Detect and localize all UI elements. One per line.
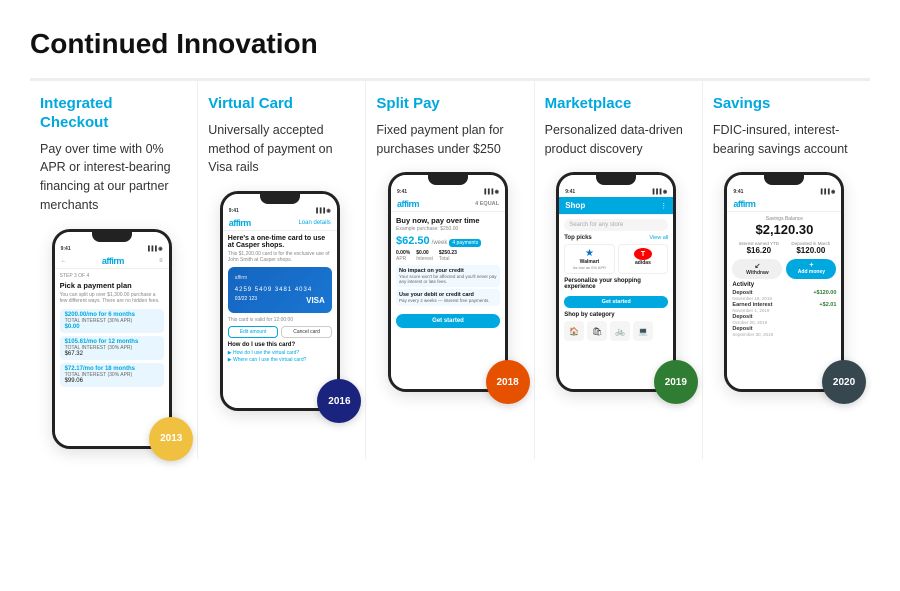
plan-item-2: $105.61/mo for 12 months TOTAL INTEREST … xyxy=(60,336,164,360)
col-title-split-pay: Split Pay xyxy=(376,95,519,114)
phone-notch-3 xyxy=(428,175,468,185)
activity-row-3: Deposit October 20, 2019 xyxy=(732,314,836,325)
activity-row-4: Deposit September 30, 2019 xyxy=(732,326,836,337)
col-title-marketplace: Marketplace xyxy=(545,95,688,114)
col-desc-virtual-card: Universally accepted method of payment o… xyxy=(208,121,351,177)
phone-status-4: 9:41 ▐▐▐ ◉ xyxy=(559,187,673,197)
activity-row-2: Earned interest November 1, 2019 +$2.01 xyxy=(732,302,836,313)
col-title-savings: Savings xyxy=(713,95,856,114)
phone-wrap-3: 9:41 ▐▐▐ ◉ affirm 4 EQUAL Buy now, pay o… xyxy=(376,172,519,392)
phone-status-3: 9:41 ▐▐▐ ◉ xyxy=(391,187,505,197)
activity-row-1: Deposit November 18, 2019 +$120.00 xyxy=(732,290,836,301)
col-savings: Savings FDIC-insured, interest-bearing s… xyxy=(703,81,870,459)
col-integrated-checkout: Integrated Checkout Pay over time with 0… xyxy=(30,81,198,459)
marketplace-search[interactable]: Search for any store xyxy=(564,219,668,231)
phone-notch-4 xyxy=(596,175,636,185)
add-money-btn[interactable]: + Add money xyxy=(786,259,836,279)
phone-wrap-2: 9:41 ▐▐▐ ◉ affirm Loan details Here's a … xyxy=(208,191,351,411)
withdraw-btn[interactable]: ↙ Withdraw xyxy=(732,259,782,279)
year-badge-2: 2016 xyxy=(317,379,361,423)
col-virtual-card: Virtual Card Universally accepted method… xyxy=(198,81,366,459)
phone-3: 9:41 ▐▐▐ ◉ affirm 4 EQUAL Buy now, pay o… xyxy=(388,172,508,392)
phone-notch-2 xyxy=(260,194,300,204)
edit-amount-btn[interactable]: Edit amount xyxy=(228,326,279,338)
phone-content-3: Buy now, pay over time Example purchase:… xyxy=(391,212,505,389)
page-title: Continued Innovation xyxy=(30,28,870,60)
year-badge-1: 2013 xyxy=(149,417,193,461)
phone-4: 9:41 ▐▐▐ ◉ Shop ⋮ Search for any store T… xyxy=(556,172,676,392)
phone-status-2: 9:41 ▐▐▐ ◉ xyxy=(223,206,337,216)
phone-screen-3: 9:41 ▐▐▐ ◉ affirm 4 EQUAL Buy now, pay o… xyxy=(391,175,505,389)
plan-item-3: $72.17/mo for 18 months TOTAL INTEREST (… xyxy=(60,363,164,387)
phone-wrap-1: 9:41 ▐▐▐ ◉ ← affirm ≡ STEP 3 OF 4 Pick a… xyxy=(40,229,183,449)
phone-content-2: Here's a one-time card to use at Casper … xyxy=(223,231,337,408)
phone-content-5: Savings Balance $2,120.30 Interest earne… xyxy=(727,212,841,389)
phone-wrap-4: 9:41 ▐▐▐ ◉ Shop ⋮ Search for any store T… xyxy=(545,172,688,392)
col-marketplace: Marketplace Personalized data-driven pro… xyxy=(535,81,703,459)
get-started-btn-3[interactable]: Get started xyxy=(396,314,500,328)
affirm-logo-1: affirm xyxy=(102,256,124,266)
phone-status-1: 9:41 ▐▐▐ ◉ xyxy=(55,244,169,254)
get-started-btn-4[interactable]: Get started xyxy=(564,296,668,308)
col-title-virtual-card: Virtual Card xyxy=(208,95,351,114)
phone-header-2: affirm Loan details xyxy=(223,216,337,231)
phone-notch-5 xyxy=(764,175,804,185)
col-desc-marketplace: Personalized data-driven product discove… xyxy=(545,121,688,159)
cancel-card-btn[interactable]: Cancel card xyxy=(281,326,332,338)
savings-balance: $2,120.30 xyxy=(732,222,836,237)
year-badge-5: 2020 xyxy=(822,360,866,404)
year-badge-3: 2018 xyxy=(486,360,530,404)
phone-2: 9:41 ▐▐▐ ◉ affirm Loan details Here's a … xyxy=(220,191,340,411)
col-split-pay: Split Pay Fixed payment plan for purchas… xyxy=(366,81,534,459)
plan-item-1: $200.00/mo for 6 months TOTAL INTEREST (… xyxy=(60,309,164,333)
phone-header-4: Shop ⋮ xyxy=(559,197,673,215)
phone-content-4: Search for any store Top picks View all … xyxy=(559,215,673,389)
phone-screen-1: 9:41 ▐▐▐ ◉ ← affirm ≡ STEP 3 OF 4 Pick a… xyxy=(55,232,169,446)
virtual-card-visual: affirm 4259 5409 3481 4034 03/22 123 VIS… xyxy=(228,267,332,313)
phone-screen-5: 9:41 ▐▐▐ ◉ affirm Savings Balance $2,120… xyxy=(727,175,841,389)
col-title-integrated-checkout: Integrated Checkout xyxy=(40,95,183,133)
innovation-columns: Integrated Checkout Pay over time with 0… xyxy=(30,78,870,459)
phone-status-5: 9:41 ▐▐▐ ◉ xyxy=(727,187,841,197)
col-desc-savings: FDIC-insured, interest-bearing savings a… xyxy=(713,121,856,159)
year-badge-4: 2019 xyxy=(654,360,698,404)
phone-header-1: ← affirm ≡ xyxy=(55,254,169,269)
phone-screen-2: 9:41 ▐▐▐ ◉ affirm Loan details Here's a … xyxy=(223,194,337,408)
phone-notch-1 xyxy=(92,232,132,242)
phone-content-1: STEP 3 OF 4 Pick a payment plan You can … xyxy=(55,269,169,446)
phone-wrap-5: 9:41 ▐▐▐ ◉ affirm Savings Balance $2,120… xyxy=(713,172,856,392)
col-desc-integrated-checkout: Pay over time with 0% APR or interest-be… xyxy=(40,140,183,215)
phone-1: 9:41 ▐▐▐ ◉ ← affirm ≡ STEP 3 OF 4 Pick a… xyxy=(52,229,172,449)
phone-screen-4: 9:41 ▐▐▐ ◉ Shop ⋮ Search for any store T… xyxy=(559,175,673,389)
col-desc-split-pay: Fixed payment plan for purchases under $… xyxy=(376,121,519,159)
phone-header-3: affirm 4 EQUAL xyxy=(391,197,505,212)
phone-5: 9:41 ▐▐▐ ◉ affirm Savings Balance $2,120… xyxy=(724,172,844,392)
phone-header-5: affirm xyxy=(727,197,841,212)
